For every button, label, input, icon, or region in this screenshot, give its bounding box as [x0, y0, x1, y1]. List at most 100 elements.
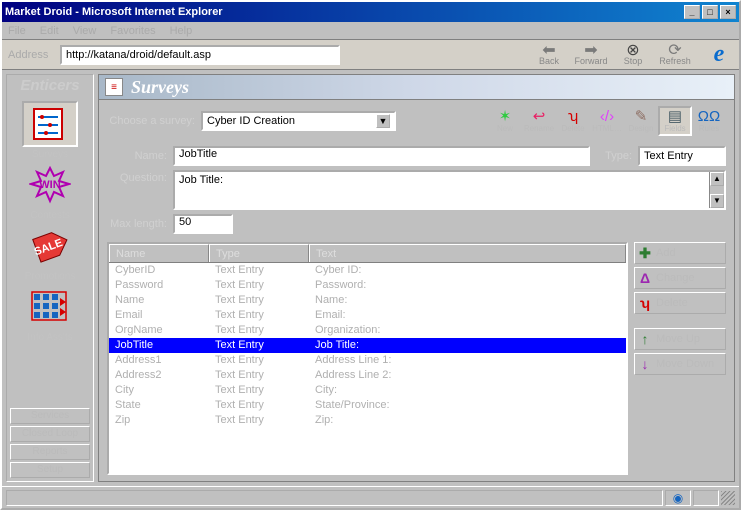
table-row[interactable]: StateText EntryState/Province:	[109, 398, 626, 413]
table-row[interactable]: NameText EntryName:	[109, 293, 626, 308]
scroll-down-icon[interactable]: ▼	[710, 194, 724, 208]
status-panel	[6, 490, 663, 506]
maxlen-input[interactable]: 50	[173, 214, 233, 234]
sidebar-btn-closedloop[interactable]: Closed Loop	[10, 426, 90, 442]
delete-button[interactable]: ʮDelete	[634, 292, 726, 314]
tool-html[interactable]: ‹/›HTML…	[590, 106, 624, 136]
menu-view[interactable]: View	[73, 25, 97, 37]
cell-name: Password	[109, 278, 209, 293]
sidebar-item-contests[interactable]: WIN Contests	[14, 162, 86, 221]
table-row[interactable]: Address1Text EntryAddress Line 1:	[109, 353, 626, 368]
cell-name: JobTitle	[109, 338, 209, 353]
sidebar-item-infoassts[interactable]: Info Ass'ts	[14, 284, 86, 343]
svg-text:WIN: WIN	[39, 179, 60, 191]
cell-name: Email	[109, 308, 209, 323]
survey-toolbar: ✶New↩RenameʮDelete‹/›HTML…✎Design▤Fields…	[488, 106, 726, 136]
tool-rename[interactable]: ↩Rename	[522, 106, 556, 136]
menu-help[interactable]: Help	[170, 25, 193, 37]
window-title: Market Droid - Microsoft Internet Explor…	[5, 6, 223, 18]
titlebar: Market Droid - Microsoft Internet Explor…	[2, 2, 739, 22]
tool-new[interactable]: ✶New	[488, 106, 522, 136]
forward-button[interactable]: ➡Forward	[577, 44, 605, 66]
sidebar-item-promotions[interactable]: SALE Promotions	[14, 223, 86, 282]
cell-text: Address Line 1:	[309, 353, 626, 368]
table-row[interactable]: PasswordText EntryPassword:	[109, 278, 626, 293]
sidebar: Enticers Surveys WIN Contests SALE	[6, 74, 94, 482]
cell-name: Name	[109, 293, 209, 308]
cell-name: Address2	[109, 368, 209, 383]
moveup-button[interactable]: ↑Move Up	[634, 328, 726, 350]
address-label: Address	[8, 49, 56, 61]
cell-text: State/Province:	[309, 398, 626, 413]
stop-button[interactable]: ⊗Stop	[619, 44, 647, 66]
table-row[interactable]: ZipText EntryZip:	[109, 413, 626, 428]
table-body: CyberIDText EntryCyber ID:PasswordText E…	[109, 263, 626, 473]
tool-icon: ✎	[635, 109, 648, 124]
menu-favorites[interactable]: Favorites	[110, 25, 155, 37]
tool-fields[interactable]: ▤Fields	[658, 106, 692, 136]
question-textarea[interactable]: Job Title: ▲ ▼	[173, 170, 726, 210]
cell-text: Zip:	[309, 413, 626, 428]
tool-rules[interactable]: ΩΩRules	[692, 106, 726, 136]
movedown-button[interactable]: ↓Move Down	[634, 353, 726, 375]
cell-type: Text Entry	[209, 368, 309, 383]
form-area: Choose a survey: Cyber ID Creation ▼ ✶Ne…	[98, 100, 735, 482]
cell-type: Text Entry	[209, 323, 309, 338]
table-row[interactable]: Address2Text EntryAddress Line 2:	[109, 368, 626, 383]
scrollbar[interactable]: ▲ ▼	[709, 172, 724, 208]
tool-delete[interactable]: ʮDelete	[556, 106, 590, 136]
minimize-button[interactable]: _	[684, 5, 700, 19]
table-row[interactable]: CityText EntryCity:	[109, 383, 626, 398]
col-text[interactable]: Text	[309, 244, 626, 262]
tool-icon: ▤	[668, 109, 682, 124]
sidebar-item-surveys[interactable]: Surveys	[14, 101, 86, 160]
refresh-button[interactable]: ⟳Refresh	[661, 44, 689, 66]
tool-design[interactable]: ✎Design	[624, 106, 658, 136]
table-row[interactable]: JobTitleText EntryJob Title:	[109, 338, 626, 353]
globe-icon: ◉	[673, 491, 683, 505]
maximize-button[interactable]: □	[702, 5, 718, 19]
tool-icon: ‹/›	[600, 109, 614, 124]
table-row[interactable]: CyberIDText EntryCyber ID:	[109, 263, 626, 278]
cell-type: Text Entry	[209, 413, 309, 428]
resize-grip-icon[interactable]	[721, 491, 735, 505]
cell-type: Text Entry	[209, 263, 309, 278]
menu-file[interactable]: File	[8, 25, 26, 37]
type-select[interactable]: Text Entry	[638, 146, 726, 166]
address-bar: Address ⬅Back ➡Forward ⊗Stop ⟳Refresh e	[2, 40, 739, 70]
status-zone-icon: ◉	[665, 490, 691, 506]
sidebar-header: Enticers	[7, 75, 93, 97]
col-type[interactable]: Type	[209, 244, 309, 262]
close-button[interactable]: ×	[720, 5, 736, 19]
table-row[interactable]: OrgNameText EntryOrganization:	[109, 323, 626, 338]
survey-select[interactable]: Cyber ID Creation ▼	[201, 111, 396, 131]
grid-icon	[22, 284, 78, 330]
change-button[interactable]: ΔChange	[634, 267, 726, 289]
scroll-up-icon[interactable]: ▲	[710, 172, 724, 186]
name-input[interactable]: JobTitle	[173, 146, 590, 166]
arrow-up-icon: ↑	[639, 331, 651, 347]
action-buttons: ✚Add ΔChange ʮDelete ↑Move Up ↓Move Down	[634, 242, 726, 475]
cell-name: OrgName	[109, 323, 209, 338]
type-label: Type:	[596, 150, 632, 162]
address-input[interactable]	[60, 45, 340, 65]
cell-type: Text Entry	[209, 278, 309, 293]
main-header: ≡ Surveys	[98, 74, 735, 100]
menu-edit[interactable]: Edit	[40, 25, 59, 37]
sidebar-item-label: Contests	[30, 210, 69, 221]
add-button[interactable]: ✚Add	[634, 242, 726, 264]
choose-survey-label: Choose a survey:	[107, 115, 195, 127]
col-name[interactable]: Name	[109, 244, 209, 262]
sidebar-btn-reports[interactable]: Reports	[10, 444, 90, 460]
cell-text: Email:	[309, 308, 626, 323]
table-row[interactable]: EmailText EntryEmail:	[109, 308, 626, 323]
status-panel-small	[693, 490, 719, 506]
sidebar-btn-services[interactable]: Services	[10, 408, 90, 424]
back-button[interactable]: ⬅Back	[535, 44, 563, 66]
maxlen-label: Max length:	[107, 218, 167, 230]
cell-text: City:	[309, 383, 626, 398]
ie-logo-icon: e	[705, 41, 733, 69]
name-label: Name:	[107, 150, 167, 162]
sidebar-btn-setup[interactable]: Setup	[10, 462, 90, 478]
cell-type: Text Entry	[209, 383, 309, 398]
